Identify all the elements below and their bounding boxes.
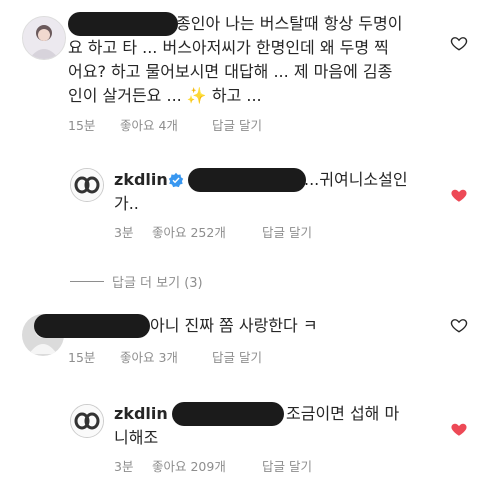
zkdlin-avatar[interactable] <box>70 404 104 438</box>
verified-badge-icon <box>168 172 184 188</box>
heart-filled-icon[interactable] <box>450 420 468 438</box>
reply-text-line: 조금이면 섭해 마 <box>286 404 400 423</box>
reply-username[interactable]: zkdlin <box>114 402 168 426</box>
view-more-replies-button[interactable]: 답글 더 보기 (3) <box>112 272 203 291</box>
avatar-logo <box>71 405 103 437</box>
reply-button[interactable]: 답글 달기 <box>212 115 262 134</box>
redacted-mention <box>172 402 284 426</box>
reply-button[interactable]: 답글 달기 <box>262 222 312 241</box>
reply-like-count[interactable]: 좋아요 252개 <box>152 222 226 241</box>
comment-text-line: 아니 진짜 쫌 사랑한다 ㅋ <box>150 316 318 335</box>
like-count[interactable]: 좋아요 4개 <box>120 115 178 134</box>
avatar-logo <box>71 169 103 201</box>
comment-time: 15분 <box>68 118 96 133</box>
reply-button[interactable]: 답글 달기 <box>212 347 262 366</box>
like-count[interactable]: 좋아요 3개 <box>120 347 178 366</box>
reply-text-line: 니해조 <box>114 428 159 447</box>
commenter-avatar[interactable] <box>22 16 66 60</box>
heart-filled-icon[interactable] <box>450 186 468 204</box>
comment-text-line: 요 하고 타 ... 버스아저씨가 한명인데 왜 두명 찍 <box>68 38 389 57</box>
comment-text-line: 어요? 하고 물어보시면 대답해 ... 제 마음에 김종 <box>68 62 393 81</box>
reply-text-line: 가.. <box>114 194 139 213</box>
redacted-username <box>68 12 178 36</box>
reply-like-count[interactable]: 좋아요 209개 <box>152 456 226 475</box>
comment-text-line: 인이 살거든요 ... ✨ 하고 ... <box>68 86 262 105</box>
avatar-photo <box>23 17 65 59</box>
heart-outline-icon[interactable] <box>450 316 468 334</box>
redacted-username <box>34 314 150 338</box>
reply-username[interactable]: zkdlin <box>114 168 168 192</box>
comment-time: 15분 <box>68 350 96 365</box>
reply-time: 3분 <box>114 225 134 240</box>
view-replies-line <box>70 281 104 282</box>
heart-outline-icon[interactable] <box>450 34 468 52</box>
reply-time: 3분 <box>114 459 134 474</box>
redacted-mention <box>188 168 306 192</box>
zkdlin-avatar[interactable] <box>70 168 104 202</box>
reply-button[interactable]: 답글 달기 <box>262 456 312 475</box>
reply-text-line: ...귀여니소설인 <box>304 170 408 189</box>
comment-text-line: 종인아 나는 버스탈때 항상 두명이 <box>176 14 403 33</box>
